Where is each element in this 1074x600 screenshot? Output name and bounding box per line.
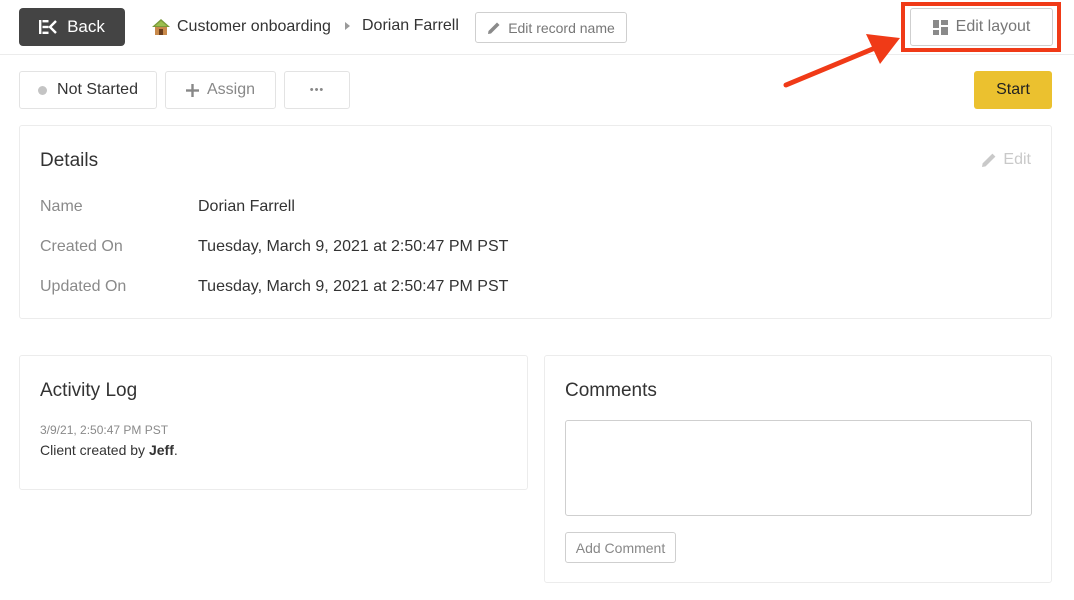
comment-input[interactable] xyxy=(565,420,1032,516)
hut-app-icon xyxy=(152,19,170,35)
log-entry-actor: Jeff xyxy=(148,442,174,458)
field-label-updated-on: Updated On xyxy=(40,278,127,295)
details-edit-label: Edit xyxy=(1003,151,1031,168)
breadcrumb-record: Dorian Farrell xyxy=(362,17,459,35)
field-value-created-on: Tuesday, March 9, 2021 at 2:50:47 PM PST xyxy=(198,238,509,255)
activity-log-title: Activity Log xyxy=(40,380,138,401)
back-button[interactable]: Back xyxy=(19,8,125,46)
details-edit-button[interactable]: Edit xyxy=(981,151,1031,169)
field-value-name: Dorian Farrell xyxy=(198,198,295,215)
log-entry-time: 3/9/21, 2:50:47 PM PST xyxy=(40,423,169,437)
comments-card: Comments Add Comment xyxy=(544,355,1052,583)
breadcrumb-app[interactable]: Customer onboarding xyxy=(151,17,331,37)
status-dot-icon xyxy=(38,85,48,95)
edit-record-name-button[interactable]: Edit record name xyxy=(475,12,627,43)
details-card: Details Edit Name Dorian Farrell Created… xyxy=(19,125,1052,319)
log-entry-text: Client created by Jeff. xyxy=(40,442,178,458)
more-dots-icon: ••• xyxy=(309,84,325,96)
back-label: Back xyxy=(67,17,105,36)
back-icon xyxy=(39,20,57,34)
edit-layout-label: Edit layout xyxy=(955,18,1031,35)
comments-title: Comments xyxy=(565,380,657,401)
edit-record-name-label: Edit record name xyxy=(508,19,615,36)
annotation-arrow-icon xyxy=(783,34,900,88)
breadcrumb-app-label: Customer onboarding xyxy=(177,18,331,35)
plus-icon xyxy=(185,83,199,97)
add-comment-label: Add Comment xyxy=(575,539,666,556)
edit-layout-button[interactable]: Edit layout xyxy=(910,8,1053,46)
status-label: Not Started xyxy=(57,81,138,98)
status-button[interactable]: Not Started xyxy=(19,71,157,109)
pencil-icon xyxy=(488,22,500,34)
log-entry-suffix: . xyxy=(173,442,178,458)
start-label: Start xyxy=(996,81,1030,98)
start-button[interactable]: Start xyxy=(974,71,1052,109)
pencil-icon xyxy=(982,153,996,167)
record-name: Dorian Farrell xyxy=(362,17,459,34)
add-comment-button[interactable]: Add Comment xyxy=(565,532,676,563)
activity-log-card: Activity Log 3/9/21, 2:50:47 PM PST Clie… xyxy=(19,355,528,490)
layout-icon xyxy=(932,19,948,35)
field-label-created-on: Created On xyxy=(40,238,123,255)
details-title: Details xyxy=(40,150,99,171)
field-value-updated-on: Tuesday, March 9, 2021 at 2:50:47 PM PST xyxy=(198,278,509,295)
assign-label: Assign xyxy=(206,81,256,98)
assign-button[interactable]: Assign xyxy=(165,71,276,109)
breadcrumb-chevron-icon xyxy=(345,22,350,30)
log-entry-prefix: Client created by xyxy=(40,442,149,458)
more-options-button[interactable]: ••• xyxy=(284,71,350,109)
field-label-name: Name xyxy=(40,198,83,215)
